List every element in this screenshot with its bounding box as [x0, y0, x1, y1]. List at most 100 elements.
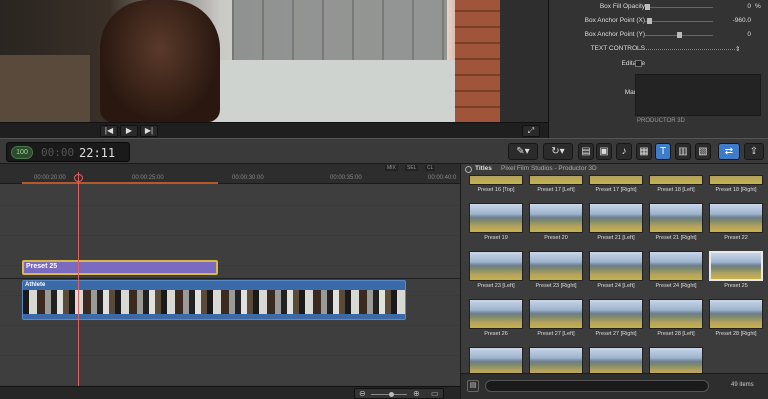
title-thumbnail[interactable] — [709, 203, 763, 233]
title-label: Preset 20 — [544, 235, 568, 241]
mode-sel[interactable]: SEL — [405, 165, 419, 171]
playhead[interactable] — [78, 172, 79, 386]
next-frame-button[interactable]: ▶| — [140, 125, 158, 137]
mode-cl[interactable]: CL — [425, 165, 436, 171]
editable-checkbox[interactable] — [635, 60, 642, 67]
title-thumbnail[interactable] — [529, 251, 583, 281]
video-clip[interactable]: Athlete — [22, 280, 406, 320]
title-thumbnail[interactable] — [529, 203, 583, 233]
title-tile[interactable]: Preset 24 [Left] — [589, 251, 643, 289]
title-thumbnail[interactable] — [469, 347, 523, 373]
title-tile[interactable]: Preset 19 — [469, 203, 523, 241]
transitions-browser-icon[interactable]: ▦ — [636, 143, 652, 160]
title-tile[interactable]: Preset 24 [Right] — [649, 251, 703, 289]
title-thumbnail[interactable] — [529, 299, 583, 329]
timeline-tracks[interactable]: Preset 25 Athlete — [0, 184, 460, 386]
title-tile[interactable]: Preset 20 — [529, 203, 583, 241]
music-browser-icon[interactable]: ♪ — [616, 143, 632, 160]
title-tile[interactable]: Preset 26 — [469, 299, 523, 337]
share-icon[interactable]: ⇪ — [744, 143, 764, 160]
anchor-x-slider[interactable] — [645, 18, 713, 24]
title-tile[interactable]: Preset 18 [Right] — [709, 175, 763, 193]
title-tile[interactable]: Preset 16 [Top] — [469, 175, 523, 193]
timecode-value: 22:11 — [79, 146, 116, 160]
timeline-ruler[interactable]: MIX SEL CL 00:00:20:00 00:00:25:00 00:00… — [0, 164, 460, 184]
title-tile[interactable] — [589, 347, 643, 373]
inspector-toggle-icon[interactable]: ⇄ — [718, 143, 740, 160]
title-thumbnail[interactable] — [589, 347, 643, 373]
retime-icon[interactable]: ↻▾ — [543, 143, 573, 160]
title-tile[interactable] — [529, 347, 583, 373]
play-button[interactable]: ▶ — [120, 125, 138, 137]
anchor-y-slider[interactable] — [645, 32, 713, 38]
previous-frame-button[interactable]: |◀ — [100, 125, 118, 137]
title-thumbnail[interactable] — [649, 203, 703, 233]
title-thumbnail[interactable] — [649, 251, 703, 281]
row-value[interactable]: 0 — [717, 3, 751, 10]
generators-browser-icon[interactable]: ▥ — [675, 143, 691, 160]
title-thumbnail[interactable] — [469, 251, 523, 281]
title-tile[interactable]: Preset 27 [Left] — [529, 299, 583, 337]
title-tile[interactable]: Preset 28 [Left] — [649, 299, 703, 337]
title-clip[interactable]: Preset 25 — [22, 260, 218, 275]
themes-browser-icon[interactable]: ▧ — [695, 143, 711, 160]
title-tile[interactable]: Preset 21 [Right] — [649, 203, 703, 241]
title-tile[interactable]: Preset 27 [Right] — [589, 299, 643, 337]
title-thumbnail[interactable] — [469, 203, 523, 233]
zoom-out-icon[interactable]: ⊖ — [359, 389, 366, 398]
photo-browser-icon[interactable]: ▣ — [596, 143, 612, 160]
tool-select-icon[interactable]: ✎▾ — [508, 143, 538, 160]
title-thumbnail[interactable] — [589, 299, 643, 329]
browser-search-input[interactable] — [485, 380, 709, 392]
zoom-slider-knob[interactable] — [389, 392, 394, 397]
text-controls-stepper[interactable]: ⇕ — [735, 45, 740, 53]
zoom-slider[interactable] — [371, 392, 407, 397]
box-fill-opacity-slider[interactable] — [645, 4, 713, 10]
browser-breadcrumb[interactable]: Pixel Film Studios - Productor 3D — [501, 165, 597, 172]
slider-knob[interactable] — [645, 4, 650, 10]
title-tile[interactable]: Preset 17 [Left] — [529, 175, 583, 193]
title-thumbnail[interactable] — [709, 175, 763, 185]
title-thumbnail[interactable] — [709, 251, 763, 281]
title-label: Preset 23 [Left] — [477, 283, 515, 289]
zoom-control[interactable]: ⊖ ⊕ ▭ — [354, 388, 444, 399]
title-thumbnail[interactable] — [649, 299, 703, 329]
timecode-display[interactable]: 100 00:00 22:11 — [6, 142, 130, 162]
title-thumbnail[interactable] — [709, 299, 763, 329]
title-tile[interactable] — [649, 347, 703, 373]
title-thumbnail[interactable] — [649, 175, 703, 185]
title-thumbnail[interactable] — [589, 251, 643, 281]
title-thumbnail[interactable] — [529, 175, 583, 185]
mode-mix[interactable]: MIX — [385, 165, 398, 171]
title-thumbnail[interactable] — [589, 175, 643, 185]
library-browser-icon[interactable]: ▤ — [578, 143, 594, 160]
playhead-marker-icon[interactable] — [74, 174, 83, 182]
show-hide-sidebar-button[interactable]: ▤ — [467, 380, 479, 392]
title-thumbnail[interactable] — [469, 299, 523, 329]
title-thumbnail[interactable] — [589, 203, 643, 233]
marker-well[interactable] — [635, 74, 761, 116]
row-value[interactable]: -960.0 — [717, 17, 751, 24]
title-thumbnail[interactable] — [469, 175, 523, 185]
title-tile[interactable]: Preset 25 — [709, 251, 763, 289]
title-tile[interactable] — [469, 347, 523, 373]
titles-browser-icon[interactable]: T — [655, 143, 671, 160]
title-tile[interactable]: Preset 21 [Left] — [589, 203, 643, 241]
title-tile[interactable]: Preset 28 [Right] — [709, 299, 763, 337]
title-tile[interactable]: Preset 23 [Left] — [469, 251, 523, 289]
title-thumbnail[interactable] — [529, 347, 583, 373]
title-tile[interactable]: Preset 17 [Right] — [589, 175, 643, 193]
slider-knob[interactable] — [677, 32, 682, 38]
title-label: Preset 28 [Right] — [715, 331, 757, 337]
clip-appearance-icon[interactable]: ▭ — [431, 389, 439, 398]
row-value[interactable]: 0 — [717, 31, 751, 38]
title-tile[interactable]: Preset 22 — [709, 203, 763, 241]
fullscreen-button[interactable]: ⤢ — [522, 125, 540, 137]
timeline: MIX SEL CL 00:00:20:00 00:00:25:00 00:00… — [0, 164, 460, 386]
title-tile[interactable]: Preset 23 [Right] — [529, 251, 583, 289]
zoom-in-icon[interactable]: ⊕ — [413, 389, 420, 398]
item-count: 49 items — [731, 382, 754, 388]
slider-knob[interactable] — [647, 18, 652, 24]
title-tile[interactable]: Preset 18 [Left] — [649, 175, 703, 193]
title-thumbnail[interactable] — [649, 347, 703, 373]
